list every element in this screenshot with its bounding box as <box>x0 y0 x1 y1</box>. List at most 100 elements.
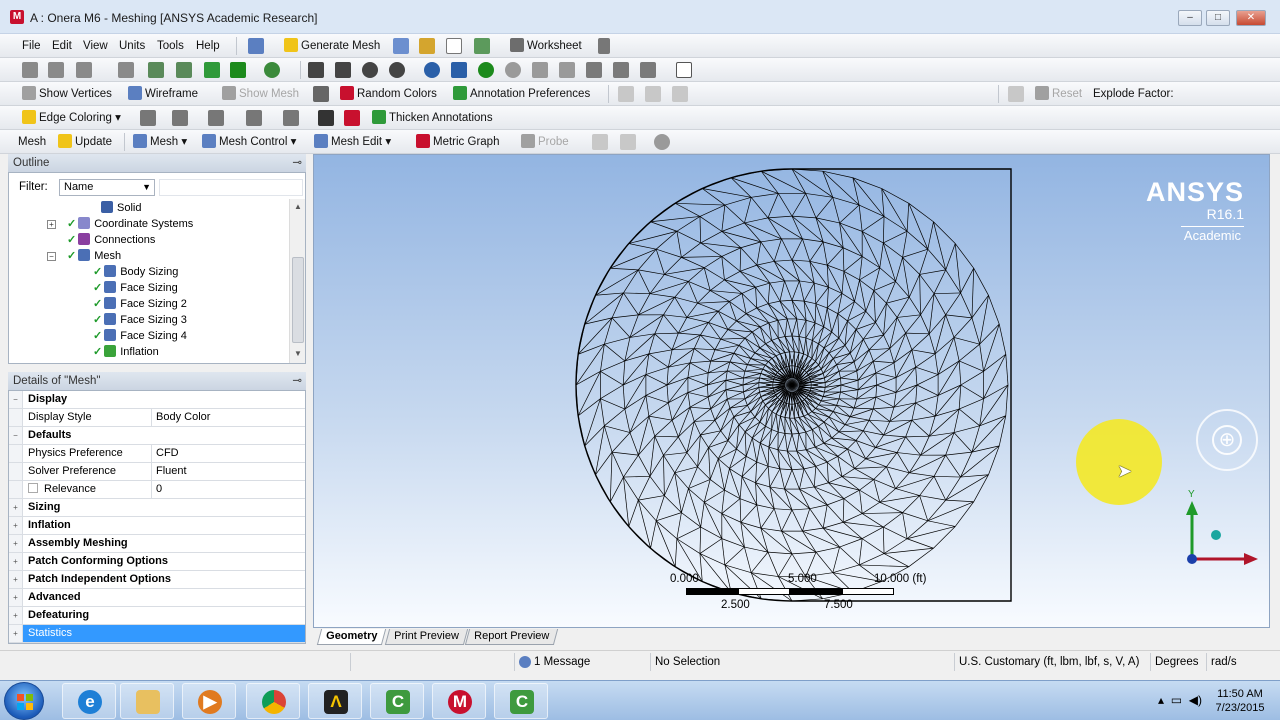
show-mesh-toggle-icon[interactable] <box>313 86 329 102</box>
chart-icon[interactable] <box>419 38 435 54</box>
tree-item-body-sizing[interactable]: ✓ Body Sizing <box>93 264 178 280</box>
zoom-box-icon[interactable] <box>451 62 467 78</box>
tree-item-face-sizing-2[interactable]: ✓ Face Sizing 2 <box>93 296 187 312</box>
scroll-up-icon[interactable]: ▲ <box>294 202 302 211</box>
scroll-down-icon[interactable]: ▼ <box>294 349 302 358</box>
select-edges-icon[interactable] <box>176 62 192 78</box>
details-section-display[interactable]: − Display <box>9 391 305 409</box>
edge-style-4-icon[interactable] <box>246 110 262 126</box>
details-row-display-style[interactable]: Display Style Body Color <box>9 409 305 427</box>
mesh-menu-button[interactable]: Mesh ▾ <box>133 134 187 150</box>
angular-velocity-status[interactable]: rad/s <box>1206 653 1270 671</box>
details-section-advanced[interactable]: + Advanced <box>9 589 305 607</box>
filter-input[interactable] <box>159 179 303 196</box>
taskbar-camtasia-2[interactable]: C <box>494 683 548 719</box>
zoom-to-fit-icon[interactable] <box>424 62 440 78</box>
details-section-inflation[interactable]: + Inflation <box>9 517 305 535</box>
mesh-control-button[interactable]: Mesh Control ▾ <box>202 134 296 150</box>
tree-item-coordinate-systems[interactable]: ✓ Coordinate Systems <box>67 216 193 232</box>
previous-selection-icon[interactable] <box>248 38 264 54</box>
details-row-physics-preference[interactable]: Physics Preference CFD <box>9 445 305 463</box>
expand-icon[interactable]: + <box>9 607 23 624</box>
menu-file[interactable]: File <box>22 38 41 54</box>
isometric-view-icon[interactable] <box>586 62 602 78</box>
details-section-defaults[interactable]: − Defaults <box>9 427 305 445</box>
clock[interactable]: 11:50 AM 7/23/2015 <box>1210 687 1270 715</box>
expand-icon[interactable]: + <box>9 571 23 588</box>
taskbar-media-player[interactable]: ▶ <box>182 683 236 719</box>
next-view-icon[interactable] <box>559 62 575 78</box>
tree-item-inflation[interactable]: ✓ Inflation <box>93 344 159 360</box>
details-row-relevance[interactable]: Relevance 0 <box>9 481 305 499</box>
magnifier-icon[interactable] <box>478 62 494 78</box>
select-faces-icon[interactable] <box>204 62 220 78</box>
tab-print-preview[interactable]: Print Preview <box>384 629 468 645</box>
edge-style-5-icon[interactable] <box>283 110 299 126</box>
collapse-icon[interactable]: − <box>9 391 23 408</box>
maximize-button[interactable]: □ <box>1206 10 1230 26</box>
select-edge-icon[interactable] <box>48 62 64 78</box>
taskbar-file-explorer[interactable] <box>120 683 174 719</box>
units-status[interactable]: U.S. Customary (ft, lbm, lbf, s, V, A) <box>954 653 1150 671</box>
tree-item-connections[interactable]: ✓ Connections <box>67 232 155 248</box>
update-button[interactable]: Update <box>58 134 112 150</box>
tray-icons[interactable]: ▴ ▭ ◀) <box>1158 693 1202 707</box>
details-section-defeaturing[interactable]: + Defeaturing <box>9 607 305 625</box>
menu-tools[interactable]: Tools <box>157 38 184 54</box>
show-mesh-button[interactable]: Show Mesh <box>222 86 299 102</box>
collapse-icon[interactable]: − <box>47 252 56 261</box>
details-section-sizing[interactable]: + Sizing <box>9 499 305 517</box>
taskbar-chrome[interactable] <box>246 683 300 719</box>
angle-units-status[interactable]: Degrees <box>1150 653 1206 671</box>
details-section-patch-independent-options[interactable]: + Patch Independent Options <box>9 571 305 589</box>
close-button[interactable]: ✕ <box>1236 10 1266 26</box>
save-view-icon[interactable] <box>613 62 629 78</box>
tree-item-face-sizing-4[interactable]: ✓ Face Sizing 4 <box>93 328 187 344</box>
menu-view[interactable]: View <box>83 38 108 54</box>
image-icon[interactable] <box>474 38 490 54</box>
volume-icon[interactable]: ◀) <box>1189 693 1202 707</box>
metric-graph-button[interactable]: Metric Graph <box>416 134 499 150</box>
details-section-statistics[interactable]: + Statistics <box>9 625 305 643</box>
expand-icon[interactable]: + <box>9 517 23 534</box>
expand-icon[interactable]: + <box>47 220 56 229</box>
menu-edit[interactable]: Edit <box>52 38 72 54</box>
settings-icon[interactable] <box>654 134 670 150</box>
start-button[interactable] <box>4 682 44 720</box>
help-cursor-icon[interactable] <box>598 38 610 54</box>
expand-icon[interactable]: + <box>9 499 23 516</box>
probe-button[interactable]: Probe <box>521 134 569 150</box>
tab-geometry[interactable]: Geometry <box>316 629 387 645</box>
select-vertices-icon[interactable] <box>148 62 164 78</box>
select-mesh-icon[interactable] <box>264 62 280 78</box>
tree-item-solid[interactable]: Solid <box>101 200 141 216</box>
select-vertex-icon[interactable] <box>22 62 38 78</box>
edge-coloring-button[interactable]: Edge Coloring ▾ <box>22 110 121 126</box>
pin-icon[interactable]: ⊸ <box>292 372 302 390</box>
tab-report-preview[interactable]: Report Preview <box>464 629 559 645</box>
filter-dropdown[interactable]: Name ▼ <box>59 179 155 196</box>
ruler-y-icon[interactable] <box>645 86 661 102</box>
tree-item-face-sizing-3[interactable]: ✓ Face Sizing 3 <box>93 312 187 328</box>
probe-option-2-icon[interactable] <box>620 134 636 150</box>
axis-triad[interactable]: Y <box>1174 489 1264 569</box>
messages-status[interactable]: 1 Message <box>514 653 650 671</box>
taskbar-camtasia-1[interactable]: C <box>370 683 424 719</box>
mesh-edit-button[interactable]: Mesh Edit ▾ <box>314 134 391 150</box>
pin-icon[interactable]: ⊸ <box>292 154 302 172</box>
menu-help[interactable]: Help <box>196 38 220 54</box>
expand-icon[interactable]: + <box>9 625 23 642</box>
network-icon[interactable]: ▭ <box>1171 693 1182 707</box>
random-colors-button[interactable]: Random Colors <box>340 86 437 102</box>
isometric-ball-icon[interactable] <box>1211 530 1221 540</box>
view-orbit-control[interactable]: ⊕ <box>1196 409 1258 471</box>
text-annotation-icon[interactable] <box>446 38 462 54</box>
details-row-solver-preference[interactable]: Solver Preference Fluent <box>9 463 305 481</box>
edge-style-3-icon[interactable] <box>208 110 224 126</box>
thicken-annotations-button[interactable]: Thicken Annotations <box>372 110 493 126</box>
ruler-x-icon[interactable] <box>618 86 634 102</box>
thicken-icon[interactable] <box>344 110 360 126</box>
taskbar-meshing[interactable]: M <box>432 683 486 719</box>
explode-icon[interactable] <box>1008 86 1024 102</box>
zoom-icon[interactable] <box>362 62 378 78</box>
